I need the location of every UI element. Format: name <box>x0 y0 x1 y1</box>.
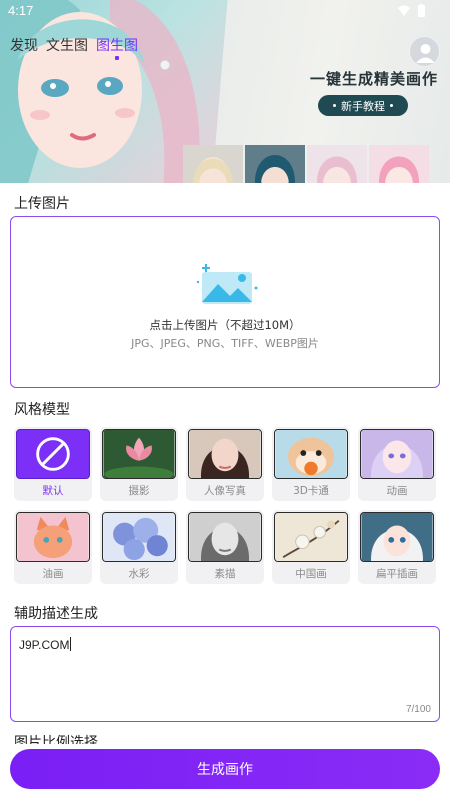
style-card-chinese-painting[interactable]: 中国画 <box>272 510 350 584</box>
style-label: 素描 <box>214 568 236 580</box>
mode-tabs: 发现 文生图 图生图 <box>10 36 146 60</box>
description-section-title: 辅助描述生成 <box>14 606 98 622</box>
anime-girl-thumbnail <box>360 429 434 479</box>
style-card-default[interactable]: 默认 <box>14 427 92 501</box>
style-card-flat-illustration[interactable]: 扁平插画 <box>358 510 436 584</box>
lotus-photo-thumbnail <box>102 429 176 479</box>
wifi-battery-icon <box>398 4 425 17</box>
main-panel: 上传图片 点击上传图片（不超过10M） JPG、JPEG、PNG、TIFF、WE… <box>0 183 450 800</box>
flat-girl-thumbnail <box>360 512 434 562</box>
sketch-portrait-thumbnail <box>188 512 262 562</box>
ratio-section-title: 图片比例选择 <box>14 735 98 744</box>
style-card-3d-cartoon[interactable]: 3D卡通 <box>272 427 350 501</box>
style-label: 扁平插画 <box>376 568 418 580</box>
portrait-photo-thumbnail <box>188 429 262 479</box>
tab-image-to-image[interactable]: 图生图 <box>96 36 138 60</box>
none-icon <box>16 429 90 479</box>
generate-button[interactable]: 生成画作 <box>10 749 440 789</box>
style-label: 摄影 <box>128 485 150 497</box>
upload-hint: 点击上传图片（不超过10M） <box>149 318 301 332</box>
dot-left-icon <box>333 104 336 107</box>
style-card-oil-painting[interactable]: 油画 <box>14 510 92 584</box>
style-card-portrait[interactable]: 人像写真 <box>186 427 264 501</box>
thumbnail-blonde-girl <box>183 145 243 183</box>
style-label: 水彩 <box>128 568 150 580</box>
style-card-sketch[interactable]: 素描 <box>186 510 264 584</box>
upload-formats: JPG、JPEG、PNG、TIFF、WEBP图片 <box>131 337 319 350</box>
style-label: 人像写真 <box>204 485 246 497</box>
tab-text-to-image[interactable]: 文生图 <box>46 36 88 56</box>
tab-image-to-image-label: 图生图 <box>96 38 138 54</box>
style-label: 动画 <box>386 485 408 497</box>
tutorial-label: 新手教程 <box>341 99 385 113</box>
image-upload-icon <box>196 264 258 304</box>
style-label: 默认 <box>42 485 64 497</box>
upload-dropzone[interactable]: 点击上传图片（不超过10M） JPG、JPEG、PNG、TIFF、WEBP图片 <box>10 216 440 388</box>
style-label: 3D卡通 <box>293 485 329 497</box>
style-label: 油画 <box>42 568 64 580</box>
tutorial-button[interactable]: 新手教程 <box>318 95 408 116</box>
style-label: 中国画 <box>295 568 327 580</box>
text-caret <box>70 637 72 651</box>
tab-discover[interactable]: 发现 <box>10 36 38 56</box>
banner-slogan: 一键生成精美画作 <box>310 70 439 88</box>
hero-banner[interactable]: 4:17 发现 文生图 图生图 一键生成精美画作 新手教程 <box>0 0 450 183</box>
description-input[interactable]: J9P.COM 7/100 <box>10 626 440 722</box>
dot-right-icon <box>390 104 393 107</box>
style-card-watercolor[interactable]: 水彩 <box>100 510 178 584</box>
style-card-photography[interactable]: 摄影 <box>100 427 178 501</box>
user-icon <box>416 44 435 63</box>
active-tab-indicator <box>115 56 119 60</box>
description-value: J9P.COM <box>19 638 70 652</box>
magnolia-ink-thumbnail <box>274 512 348 562</box>
thumbnail-rose-hair-girl <box>369 145 429 183</box>
character-counter: 7/100 <box>405 704 431 715</box>
hamster-3d-thumbnail <box>274 429 348 479</box>
description-text[interactable]: J9P.COM <box>19 637 72 652</box>
style-section-title: 风格模型 <box>14 402 70 418</box>
avatar[interactable] <box>409 36 440 67</box>
hydrangea-watercolor-thumbnail <box>102 512 176 562</box>
status-bar: 4:17 <box>0 0 450 24</box>
style-card-anime[interactable]: 动画 <box>358 427 436 501</box>
cat-oil-thumbnail <box>16 512 90 562</box>
upload-section-title: 上传图片 <box>14 196 70 212</box>
banner-thumbnails <box>183 145 429 183</box>
status-time: 4:17 <box>8 3 34 18</box>
thumbnail-pink-hair-girl <box>307 145 367 183</box>
thumbnail-teal-hair-girl <box>245 145 305 183</box>
